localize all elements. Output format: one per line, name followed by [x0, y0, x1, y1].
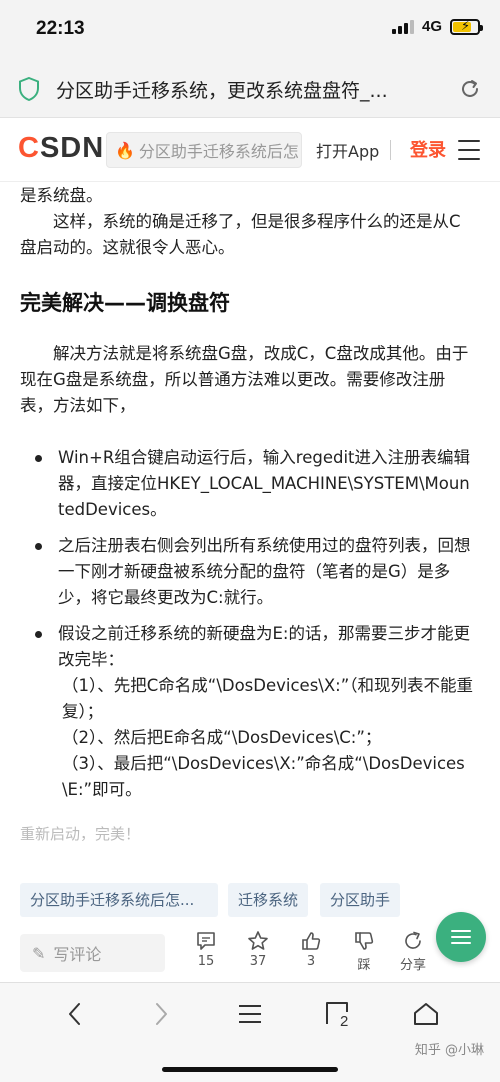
comment-icon: [197, 932, 215, 950]
status-time: 22:13: [36, 18, 85, 39]
list-item: Win+R组合键启动运行后，输入regedit进入注册表编辑器，直接定位HKEY…: [20, 445, 475, 523]
tag-bar: 分区助手迁移系统后怎... 迁移系统 分区助手: [0, 881, 500, 921]
network-type: 4G: [421, 18, 442, 35]
back-button[interactable]: [54, 997, 94, 1031]
site-header: CSDN 🔥 分区助手迁移系统后怎 打开App 登录: [0, 118, 500, 182]
list-item-text: 假设之前迁移系统的新硬盘为E:的话，那需要三步才能更改完毕：: [58, 624, 470, 669]
page-title[interactable]: 分区助手迁移系统，更改系统盘盘符_...: [56, 76, 426, 103]
article-action-bar: ✎ 写评论 15 37 3 踩 分享: [0, 912, 500, 982]
dislike-button[interactable]: 踩: [339, 930, 389, 973]
home-button[interactable]: [406, 997, 446, 1031]
section-heading: 完美解决——调换盘符: [20, 291, 230, 315]
list-subitem: （2）、然后把E命名成“\DosDevices\C:”；: [62, 728, 382, 747]
tabs-button[interactable]: 2: [318, 997, 358, 1031]
article-body: 是系统盘。 这样，系统的确是迁移了，但是很多程序什么的还是从C盘启动的。这就很令…: [20, 183, 475, 873]
list-item: 假设之前迁移系统的新硬盘为E:的话，那需要三步才能更改完毕： （1）、先把C命名…: [20, 621, 475, 803]
battery-icon: ⚡: [450, 18, 483, 35]
dislike-label: 踩: [357, 958, 371, 973]
list-subitem: （3）、最后把“\DosDevices\X:”命名成“\DosDevices\E…: [62, 754, 465, 799]
favorite-count: 37: [249, 954, 267, 969]
thumbs-up-icon: [302, 932, 321, 950]
login-button[interactable]: 登录: [410, 136, 446, 162]
forward-button[interactable]: [142, 997, 182, 1031]
watermark: 知乎 @小琳: [414, 1043, 484, 1058]
paragraph: 是系统盘。: [20, 186, 103, 205]
comment-count: 15: [197, 954, 215, 969]
flame-icon: 🔥: [115, 140, 135, 160]
bullet-list: Win+R组合键启动运行后，输入regedit进入注册表编辑器，直接定位HKEY…: [20, 445, 475, 803]
share-icon: [405, 931, 421, 949]
home-icon: [414, 1003, 438, 1025]
list-subitem: （1）、先把C命名成“\DosDevices\X:”（和现列表不能重复）；: [62, 676, 474, 721]
star-icon: [248, 931, 268, 950]
signal-icon: [391, 19, 414, 34]
hamburger-menu-icon[interactable]: [458, 140, 480, 160]
like-count: 3: [306, 954, 316, 969]
tag-item[interactable]: 迁移系统: [228, 883, 309, 917]
tabs-count: 2: [340, 1013, 348, 1028]
search-placeholder: 分区助手迁移系统后怎: [138, 142, 299, 161]
csdn-logo[interactable]: CSDN: [18, 132, 104, 165]
share-label: 分享: [399, 958, 426, 973]
chevron-right-icon: [156, 1003, 167, 1025]
menu-icon: [239, 1005, 261, 1023]
paragraph: 这样，系统的确是迁移了，但是很多程序什么的还是从C盘启动的。这就很令人恶心。: [20, 212, 461, 257]
menu-button[interactable]: [230, 997, 270, 1031]
paragraph: 解决方法就是将系统盘G盘，改成C，C盘改成其他。由于现在G盘是系统盘，所以普通方…: [20, 344, 469, 415]
status-bar: 22:13 4G ⚡: [0, 0, 500, 60]
divider: [390, 140, 391, 160]
share-button[interactable]: 分享: [388, 930, 438, 973]
chevron-left-icon: [69, 1003, 80, 1025]
comment-button[interactable]: 15: [181, 930, 231, 969]
favorite-button[interactable]: 37: [233, 930, 283, 969]
comment-placeholder: 写评论: [53, 945, 102, 964]
like-button[interactable]: 3: [286, 930, 336, 969]
browser-bottom-nav: 2 知乎 @小琳: [0, 982, 500, 1082]
open-app-link[interactable]: 打开App: [316, 138, 379, 162]
comment-input[interactable]: ✎ 写评论: [20, 934, 165, 972]
shield-icon: [19, 77, 39, 101]
tag-item[interactable]: 分区助手迁移系统后怎...: [20, 883, 218, 917]
search-input[interactable]: 🔥 分区助手迁移系统后怎: [106, 132, 302, 168]
pen-icon: ✎: [32, 943, 46, 963]
thumbs-down-icon: [355, 932, 374, 950]
table-of-contents-button[interactable]: [436, 912, 486, 962]
tag-item[interactable]: 分区助手: [320, 883, 401, 917]
home-indicator: [162, 1067, 338, 1072]
status-icons: 4G ⚡: [391, 18, 483, 35]
faded-paragraph: 重新启动，完美！: [20, 825, 141, 843]
tabs-icon: 2: [326, 1002, 348, 1028]
reload-icon[interactable]: [458, 77, 482, 101]
list-item: 之后注册表右侧会列出所有系统使用过的盘符列表，回想一下刚才新硬盘被系统分配的盘符…: [20, 533, 475, 611]
browser-url-bar[interactable]: 分区助手迁移系统，更改系统盘盘符_...: [0, 60, 500, 118]
